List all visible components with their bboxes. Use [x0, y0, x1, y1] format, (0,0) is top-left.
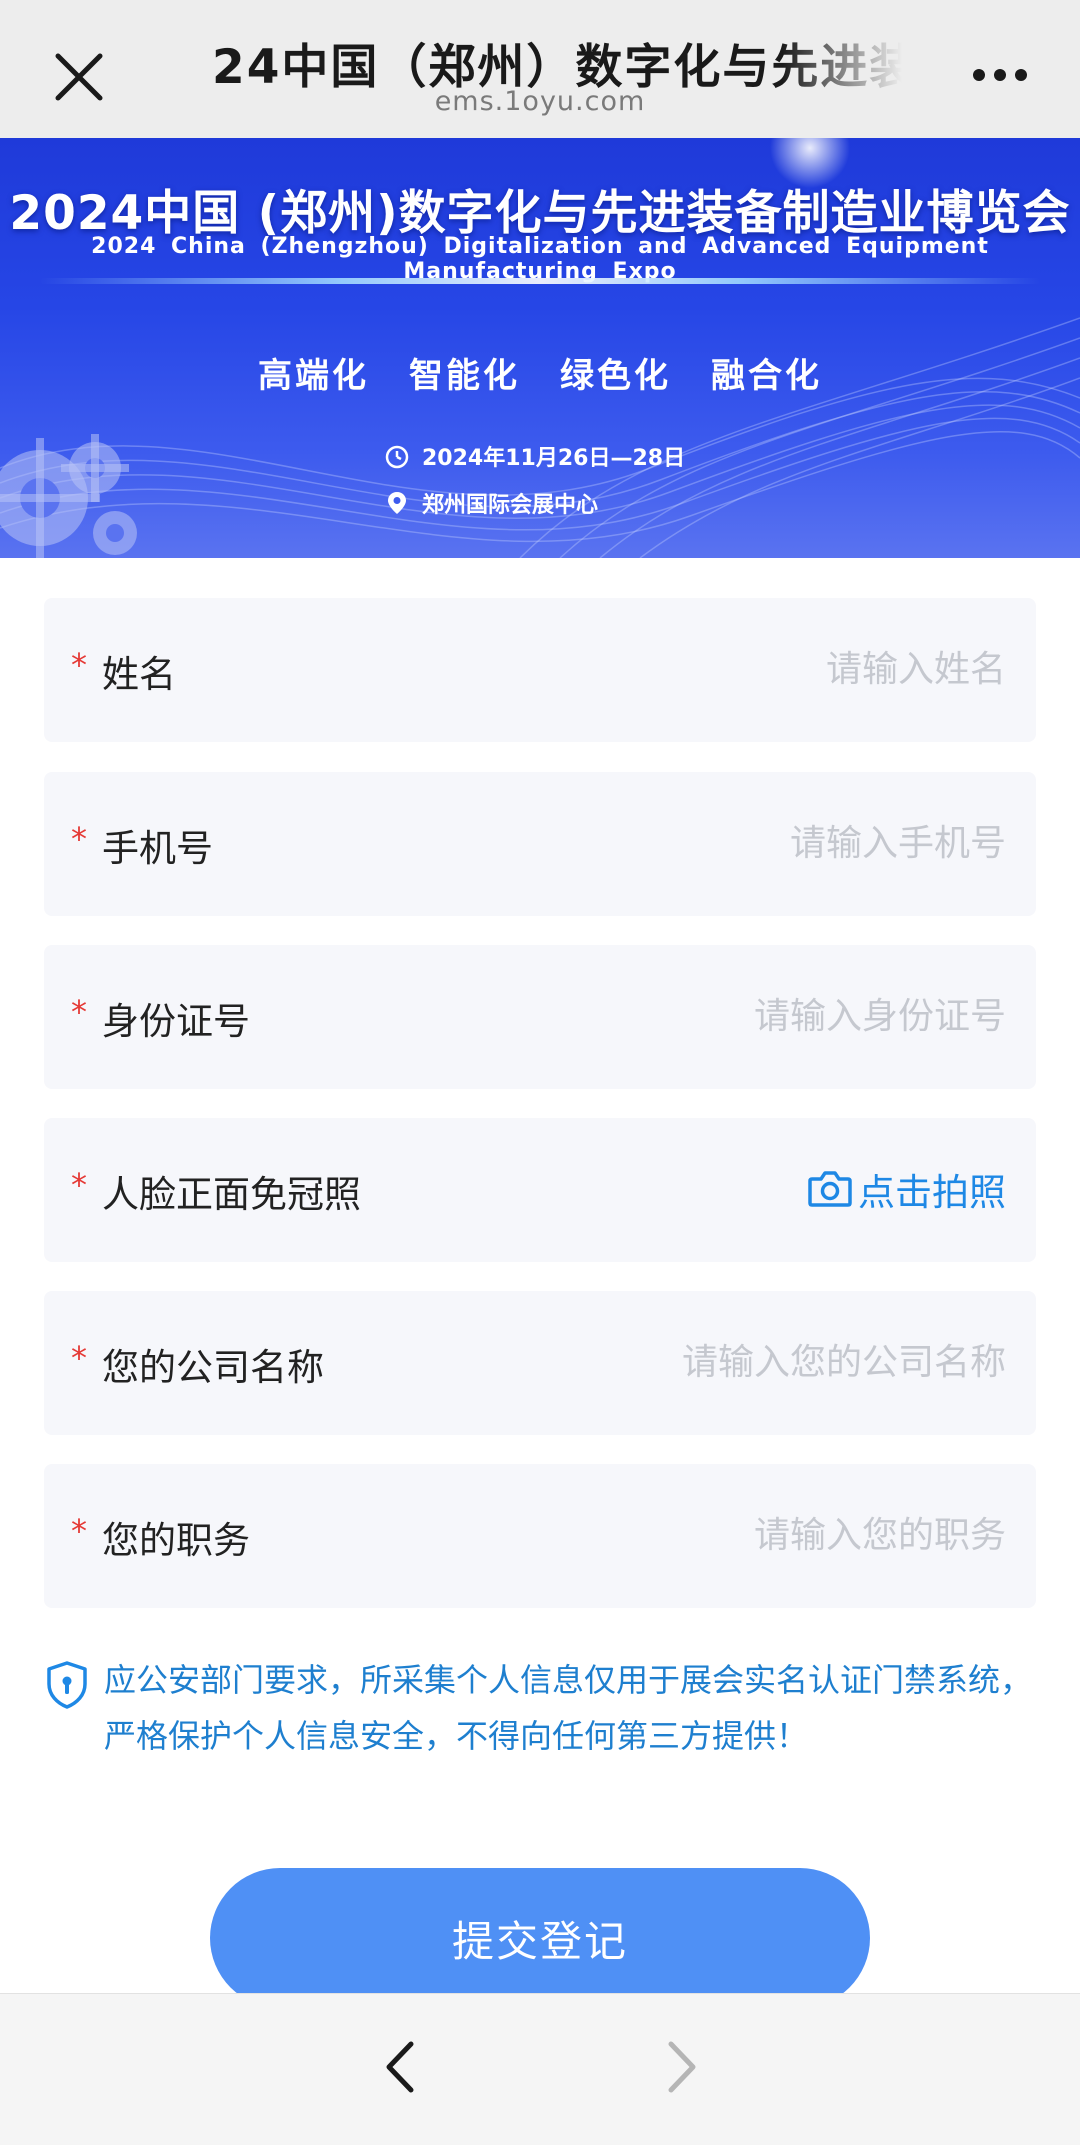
slogan: 绿色化 [560, 356, 671, 396]
forward-button[interactable] [655, 2038, 707, 2096]
banner-divider [40, 278, 1040, 284]
location-pin-icon [388, 492, 406, 514]
position-input[interactable] [486, 1500, 1006, 1570]
company-input[interactable] [486, 1327, 1006, 1397]
submit-registration-button[interactable]: 提交登记 [210, 1868, 870, 2008]
chevron-right-icon [668, 2041, 696, 2093]
form-row-face-photo: * 人脸正面免冠照 点击拍照 [44, 1118, 1036, 1262]
name-input[interactable] [486, 634, 1006, 704]
slogan: 融合化 [711, 356, 822, 396]
banner-subtitle: 2024 China (Zhengzhou) Digitalization an… [91, 234, 989, 284]
field-label-name: 姓名 [102, 653, 176, 696]
form-row-position: * 您的职务 [44, 1464, 1036, 1608]
more-button[interactable] [972, 60, 1028, 90]
form-row-name: * 姓名 [44, 598, 1036, 742]
banner-venue: 郑州国际会展中心 [384, 487, 598, 519]
banner-date-text: 2024年11月26日—28日 [422, 446, 686, 471]
take-photo-button[interactable]: 点击拍照 [806, 1162, 1006, 1216]
slogan: 高端化 [258, 356, 369, 396]
expo-banner: 2024中国 (郑州)数字化与先进装备制造业博览会 2024 China (Zh… [0, 138, 1080, 558]
field-label-company: 您的公司名称 [102, 1346, 324, 1389]
required-mark: * [71, 993, 87, 1031]
chevron-left-icon [386, 2041, 414, 2093]
required-mark: * [71, 646, 87, 684]
required-mark: * [71, 1512, 87, 1550]
required-mark: * [71, 1166, 87, 1204]
field-label-position: 您的职务 [102, 1519, 250, 1562]
required-mark: * [71, 820, 87, 858]
privacy-notice-text: 应公安部门要求，所采集个人信息仅用于展会实名认证门禁系统，严格保护个人信息安全，… [104, 1661, 1033, 1755]
required-mark: * [71, 1339, 87, 1377]
page-domain: ems.1oyu.com [434, 86, 646, 117]
banner-date: 2024年11月26日—28日 [384, 440, 685, 472]
form-row-id-number: * 身份证号 [44, 945, 1036, 1089]
take-photo-label: 点击拍照 [858, 1171, 1006, 1214]
browser-top-bar: 24中国（郑州）数字化与先进装 ems.1oyu.com [0, 0, 1080, 138]
shield-icon [47, 1661, 87, 1709]
phone-input[interactable] [486, 808, 1006, 878]
clock-icon [385, 445, 409, 469]
field-label-id-number: 身份证号 [102, 1000, 250, 1043]
camera-icon [808, 1171, 852, 1207]
page-title: 24中国（郑州）数字化与先进装 [212, 28, 902, 94]
field-label-phone: 手机号 [102, 827, 213, 870]
field-label-face-photo: 人脸正面免冠照 [102, 1173, 361, 1216]
browser-bottom-bar [0, 1993, 1080, 2145]
more-icon [973, 69, 1027, 81]
id-number-input[interactable] [486, 981, 1006, 1051]
banner-venue-text: 郑州国际会展中心 [422, 493, 599, 518]
banner-slogans: 高端化 智能化 绿色化 融合化 [0, 348, 1080, 397]
form-row-phone: * 手机号 [44, 772, 1036, 916]
slogan: 智能化 [409, 356, 520, 396]
banner-title: 2024中国 (郑州)数字化与先进装备制造业博览会 [9, 186, 1071, 241]
back-button[interactable] [375, 2038, 427, 2096]
form-row-company: * 您的公司名称 [44, 1291, 1036, 1435]
